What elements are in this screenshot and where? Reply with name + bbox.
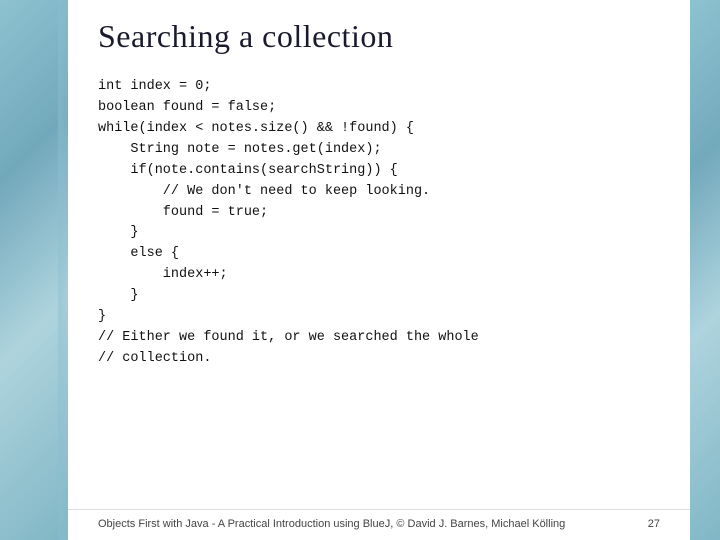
bg-decoration-right [690, 0, 720, 540]
footer-text: Objects First with Java - A Practical In… [98, 518, 565, 530]
slide-title: Searching a collection [98, 18, 660, 55]
footer-page: 27 [648, 518, 660, 530]
title-area: Searching a collection [68, 0, 690, 65]
slide-content: Searching a collection int index = 0; bo… [68, 0, 690, 540]
footer: Objects First with Java - A Practical In… [68, 509, 690, 540]
bg-decoration-left [0, 0, 68, 540]
code-area: int index = 0; boolean found = false; wh… [68, 65, 690, 509]
code-block: int index = 0; boolean found = false; wh… [98, 77, 660, 370]
